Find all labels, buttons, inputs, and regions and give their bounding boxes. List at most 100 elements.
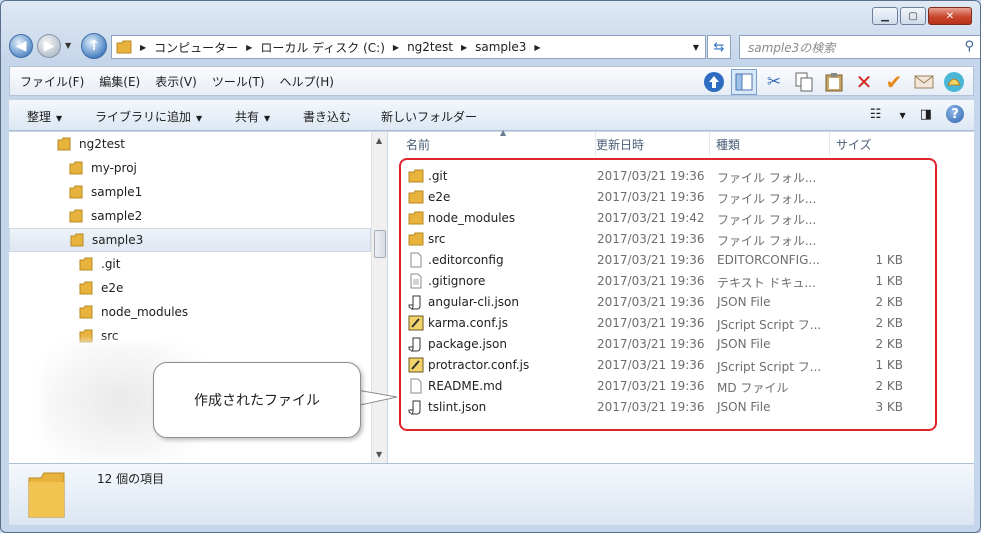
mail-icon[interactable]: [911, 69, 937, 95]
up-folder-button[interactable]: ↑: [81, 33, 107, 59]
share-button[interactable]: 共有 ▼: [235, 108, 270, 125]
tree-item-sample3[interactable]: sample3: [9, 228, 371, 252]
tree-item-e2e[interactable]: e2e: [79, 276, 123, 300]
command-bar: 整理 ▼ ライブラリに追加 ▼ 共有 ▼ 書き込む 新しいフォルダー ☷ ▼ ◨ ?: [9, 99, 974, 131]
add-to-library-button[interactable]: ライブラリに追加 ▼: [95, 108, 202, 125]
share-label: 共有: [235, 110, 260, 124]
column-label: 種類: [716, 137, 741, 152]
chevron-right-icon[interactable]: ▶: [461, 43, 467, 52]
chevron-down-icon: ▼: [196, 114, 203, 123]
folder-icon: [69, 185, 83, 199]
breadcrumb: ▶ コンピューター ▶ ローカル ディスク (C:) ▶ ng2test ▶ s…: [132, 39, 549, 56]
scroll-down-icon[interactable]: ▼: [376, 450, 382, 459]
tree-item-label: src: [101, 329, 119, 343]
folder-icon: [70, 233, 84, 247]
chevron-down-icon: ▼: [264, 114, 271, 123]
search-input[interactable]: sample3の検索 ⚲: [739, 35, 980, 59]
maximize-button[interactable]: ▢: [900, 7, 926, 25]
details-pane: 12 個の項目: [9, 463, 974, 525]
navigation-row: ◀ ▶ ▼ ↑ ▶ コンピューター ▶ ローカル ディスク (C:) ▶ ng2…: [9, 33, 980, 61]
tree-item-sample1[interactable]: sample1: [69, 180, 142, 204]
caption-buttons: ▁ ▢ ✕: [870, 7, 972, 25]
paste-icon[interactable]: [821, 69, 847, 95]
sort-ascending-icon: ▲: [500, 128, 507, 137]
breadcrumb-ng2test[interactable]: ng2test: [407, 40, 453, 54]
copy-icon[interactable]: [791, 69, 817, 95]
folder-icon: [116, 40, 132, 54]
minimize-button[interactable]: ▁: [872, 7, 898, 25]
back-button[interactable]: ◀: [9, 34, 33, 58]
burn-button[interactable]: 書き込む: [303, 108, 351, 125]
tree-item-label: .git: [101, 257, 121, 271]
toolbar-icons: ✂ ✕ ✔: [697, 69, 967, 95]
column-label: 名前: [406, 137, 431, 152]
tree-item-node-modules[interactable]: node_modules: [79, 300, 188, 324]
callout-text: 作成されたファイル: [194, 393, 320, 409]
tree-item-label: ng2test: [79, 137, 125, 151]
preview-pane-icon[interactable]: ◨: [920, 107, 932, 122]
forward-button[interactable]: ▶: [37, 34, 61, 58]
address-dropdown-icon[interactable]: ▼: [693, 43, 699, 52]
scrollbar-thumb[interactable]: [374, 230, 386, 258]
help-icon[interactable]: ?: [946, 105, 964, 123]
column-label: 更新日時: [596, 137, 645, 152]
column-header-name[interactable]: 名前 ▲: [400, 128, 596, 156]
chevron-right-icon[interactable]: ▶: [534, 43, 540, 52]
scroll-up-icon[interactable]: ▲: [376, 136, 382, 145]
column-header-size[interactable]: サイズ: [830, 132, 910, 156]
organize-label: 整理: [27, 110, 52, 124]
chevron-right-icon[interactable]: ▶: [140, 43, 146, 52]
red-highlight-box: [399, 158, 937, 431]
menu-file[interactable]: ファイル(F): [20, 73, 84, 90]
item-count: 12 個の項目: [97, 472, 165, 486]
tree-item-label: sample3: [92, 233, 144, 247]
breadcrumb-local-disk[interactable]: ローカル ディスク (C:): [260, 39, 385, 56]
tree-item-my-proj[interactable]: my-proj: [69, 156, 137, 180]
close-button[interactable]: ✕: [928, 7, 972, 25]
tree-item-label: e2e: [101, 281, 124, 295]
folder-icon: [79, 305, 93, 319]
up-arrow-icon[interactable]: [701, 69, 727, 95]
refresh-button[interactable]: ⇆: [707, 35, 731, 59]
tree-item-label: sample1: [91, 185, 143, 199]
view-options-icon[interactable]: ☷ ▼: [870, 107, 906, 122]
folder-icon: [79, 281, 93, 295]
menu-edit[interactable]: 編集(E): [99, 73, 140, 90]
chevron-down-icon: ▼: [56, 114, 63, 123]
nav-scrollbar[interactable]: ▲ ▼: [371, 132, 387, 463]
organize-button[interactable]: 整理 ▼: [27, 108, 62, 125]
callout-bubble: 作成されたファイル: [153, 362, 361, 438]
folders-pane-icon[interactable]: [731, 69, 757, 95]
new-folder-label: 新しいフォルダー: [381, 110, 478, 124]
folder-icon: [79, 329, 93, 343]
search-placeholder: sample3の検索: [748, 40, 836, 55]
chevron-right-icon[interactable]: ▶: [246, 43, 252, 52]
menu-tools[interactable]: ツール(T): [212, 73, 265, 90]
folder-icon: [79, 257, 93, 271]
delete-icon[interactable]: ✕: [851, 69, 877, 95]
tree-item-sample2[interactable]: sample2: [69, 204, 142, 228]
shell-icon[interactable]: [941, 69, 967, 95]
menu-help[interactable]: ヘルプ(H): [280, 73, 334, 90]
cut-icon[interactable]: ✂: [761, 69, 787, 95]
column-label: サイズ: [836, 137, 872, 152]
column-header-date[interactable]: 更新日時: [590, 132, 710, 156]
chevron-right-icon[interactable]: ▶: [393, 43, 399, 52]
breadcrumb-computer[interactable]: コンピューター: [154, 39, 238, 56]
history-dropdown-icon[interactable]: ▼: [65, 41, 71, 50]
folder-icon: [69, 209, 83, 223]
tree-item-label: node_modules: [101, 305, 189, 319]
address-bar[interactable]: ▶ コンピューター ▶ ローカル ディスク (C:) ▶ ng2test ▶ s…: [111, 35, 706, 59]
tree-item-label: my-proj: [91, 161, 137, 175]
new-folder-button[interactable]: 新しいフォルダー: [381, 108, 477, 125]
breadcrumb-sample3[interactable]: sample3: [475, 40, 526, 54]
menu-view[interactable]: 表示(V): [155, 73, 197, 90]
tree-item-git[interactable]: .git: [79, 252, 120, 276]
folder-icon: [69, 161, 83, 175]
search-icon[interactable]: ⚲: [964, 39, 974, 54]
explorer-window: ▁ ▢ ✕ ◀ ▶ ▼ ↑ ▶ コンピューター ▶ ローカル ディスク (C:)…: [0, 0, 981, 533]
checkmark-icon[interactable]: ✔: [881, 69, 907, 95]
tree-item-ng2test[interactable]: ng2test: [57, 132, 125, 156]
tree-item-label: sample2: [91, 209, 143, 223]
column-header-type[interactable]: 種類: [710, 132, 830, 156]
